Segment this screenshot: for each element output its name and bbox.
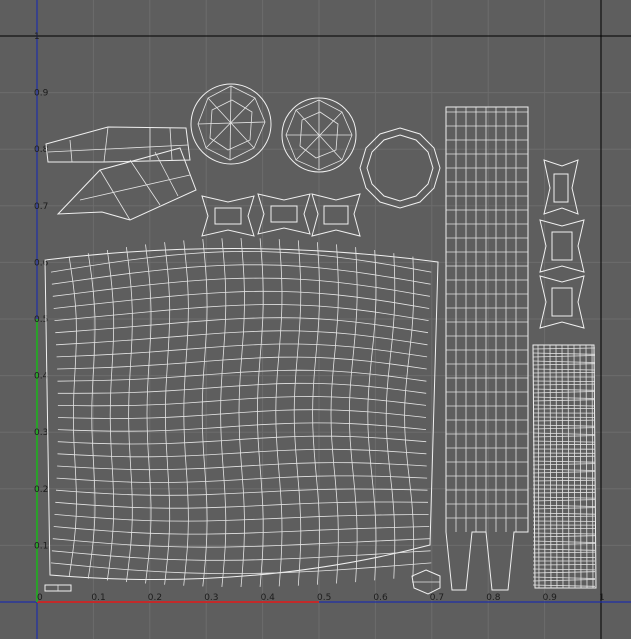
mesh-wire-row xyxy=(532,564,596,566)
u-tick-label: 0.2 xyxy=(148,593,162,603)
uv-editor-viewport[interactable]: 0 0.1 0.2 0.3 0.4 0.5 0.6 0.7 0.8 0.9 1 0.1 0.2 0.3 0.… xyxy=(0,0,631,639)
v-tick-label: 0.9 xyxy=(34,89,49,99)
v-tick-label: 0.2 xyxy=(34,485,48,495)
v-tick-label: 0.7 xyxy=(34,202,48,212)
u-tick-label: 0.5 xyxy=(317,593,331,603)
u-tick-label: 0.9 xyxy=(543,593,558,603)
mesh-wire-row xyxy=(532,372,596,374)
u-tick-label: 0.4 xyxy=(261,593,276,603)
v-tick-label: 0.1 xyxy=(34,541,48,551)
mesh-wire-row xyxy=(532,380,596,382)
v-tick-label: 1 xyxy=(34,32,40,42)
mesh-wire-row xyxy=(532,556,596,558)
v-tick-label: 0.3 xyxy=(34,428,48,438)
u-tick-label: 0.6 xyxy=(373,593,388,603)
u-tick-label: 0.8 xyxy=(486,593,501,603)
u-tick-label: 1 xyxy=(599,593,605,603)
u-tick-label: 0 xyxy=(37,593,43,603)
u-tick-label: 0.7 xyxy=(430,593,444,603)
u-tick-label: 0.3 xyxy=(204,593,218,603)
uv-island-sphere-2[interactable] xyxy=(281,97,357,173)
u-tick-label: 0.1 xyxy=(91,593,105,603)
